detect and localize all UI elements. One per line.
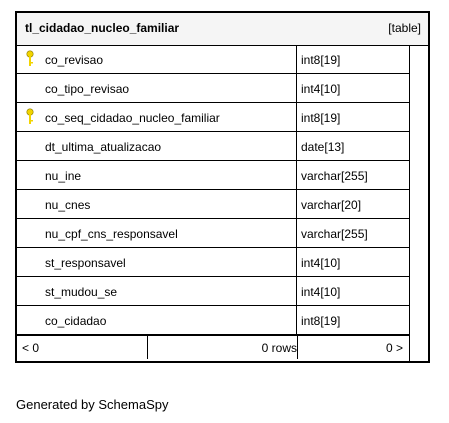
table-name[interactable]: tl_cidadao_nucleo_familiar [25, 21, 179, 35]
column-name: co_revisao [45, 53, 104, 67]
column-type: int4[10] [301, 285, 341, 299]
column-row[interactable]: st_responsavel int4[10] [17, 248, 409, 277]
row-count: 0 rows [261, 341, 297, 355]
column-name: co_tipo_revisao [45, 82, 130, 96]
column-name: st_mudou_se [45, 285, 118, 299]
column-row[interactable]: co_tipo_revisao int4[10] [17, 74, 409, 103]
generated-by-label: Generated by SchemaSpy [16, 397, 169, 412]
column-type: varchar[20] [301, 198, 362, 212]
table-type-label: [table] [388, 21, 421, 35]
parent-count[interactable]: < 0 [22, 341, 39, 355]
column-row[interactable]: co_revisao int8[19] [17, 45, 409, 74]
column-row[interactable]: co_seq_cidadao_nucleo_familiar int8[19] [17, 103, 409, 132]
primary-key-icon [26, 108, 34, 124]
footer-divider [147, 336, 148, 359]
column-name: nu_ine [45, 169, 82, 183]
column-name: nu_cpf_cns_responsavel [45, 227, 178, 241]
column-name: co_seq_cidadao_nucleo_familiar [45, 111, 220, 125]
column-name: dt_ultima_atualizacao [45, 140, 162, 154]
column-list: co_revisao int8[19] co_tipo_revisao int4[10… [17, 45, 409, 335]
right-divider [409, 45, 410, 361]
column-row[interactable]: nu_cpf_cns_responsavel varchar[255] [17, 219, 409, 248]
column-row[interactable]: co_cidadao int8[19] [17, 306, 409, 335]
primary-key-icon [26, 50, 34, 66]
table-header: tl_cidadao_nucleo_familiar [table] [17, 13, 428, 46]
column-type: int8[19] [301, 314, 341, 328]
column-row[interactable]: st_mudou_se int4[10] [17, 277, 409, 306]
footer-divider [297, 336, 298, 359]
column-type: date[13] [301, 140, 345, 154]
column-row[interactable]: dt_ultima_atualizacao date[13] [17, 132, 409, 161]
column-type: varchar[255] [301, 227, 368, 241]
column-type: int4[10] [301, 256, 341, 270]
column-type: varchar[255] [301, 169, 368, 183]
column-type: int4[10] [301, 82, 341, 96]
column-row[interactable]: nu_ine varchar[255] [17, 161, 409, 190]
table-box: tl_cidadao_nucleo_familiar [table] co_re… [15, 11, 430, 363]
child-count[interactable]: 0 > [386, 341, 403, 355]
column-name: st_responsavel [45, 256, 126, 270]
column-row[interactable]: nu_cnes varchar[20] [17, 190, 409, 219]
table-footer: < 0 0 rows 0 > [17, 335, 409, 359]
column-name: co_cidadao [45, 314, 107, 328]
column-type: int8[19] [301, 111, 341, 125]
column-type: int8[19] [301, 53, 341, 67]
column-name: nu_cnes [45, 198, 91, 212]
